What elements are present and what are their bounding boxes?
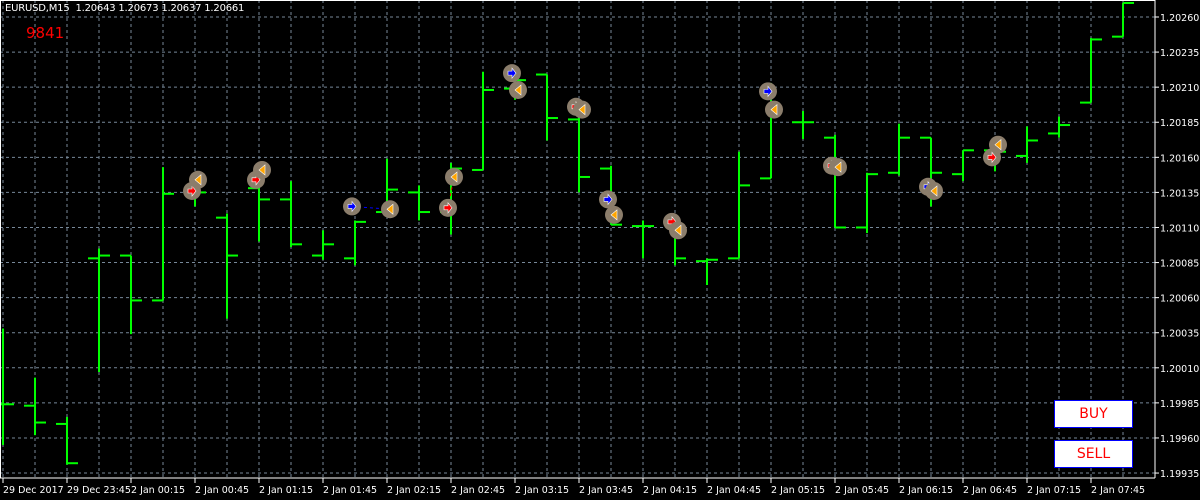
y-tick-label: 1.20110 — [1160, 223, 1199, 234]
sell-button[interactable]: SELL — [1054, 440, 1133, 468]
x-tick-label: 2 Jan 06:15 — [899, 485, 953, 496]
chart-title: EURUSD,M15 1.20643 1.20673 1.20637 1.206… — [5, 3, 244, 14]
x-tick-label: 2 Jan 02:15 — [387, 485, 441, 496]
axes: 1.20260 1.20235 1.20210 1.20185 1.20160 1.201… — [0, 0, 1199, 496]
y-tick-label: 1.20010 — [1160, 364, 1199, 375]
trade-markers — [183, 64, 1007, 240]
grid — [0, 0, 1155, 478]
x-tick-label: 2 Jan 02:45 — [451, 485, 505, 496]
counter-value: 9841 — [26, 24, 65, 42]
y-tick-label: 1.20135 — [1160, 188, 1199, 199]
x-tick-label: 2 Jan 06:45 — [963, 485, 1017, 496]
x-tick-label: 29 Dec 23:45 — [67, 485, 131, 496]
y-tick-label: 1.19985 — [1160, 399, 1199, 410]
x-tick-label: 2 Jan 04:15 — [643, 485, 697, 496]
buy-button[interactable]: BUY — [1054, 400, 1133, 428]
x-tick-label: 2 Jan 01:45 — [323, 485, 377, 496]
x-tick-label: 2 Jan 03:45 — [579, 485, 633, 496]
y-tick-label: 1.19935 — [1160, 469, 1199, 480]
price-chart[interactable]: 1.20260 1.20235 1.20210 1.20185 1.20160 1.201… — [0, 0, 1200, 500]
ohlc-quote: 1.20643 1.20673 1.20637 1.20661 — [75, 3, 245, 14]
y-tick-label: 1.20160 — [1160, 153, 1199, 164]
y-tick-label: 1.20035 — [1160, 329, 1199, 340]
y-tick-label: 1.20210 — [1160, 83, 1199, 94]
x-tick-label: 2 Jan 05:15 — [771, 485, 825, 496]
x-tick-label: 2 Jan 07:15 — [1027, 485, 1081, 496]
x-tick-label: 2 Jan 00:15 — [131, 485, 185, 496]
y-tick-label: 1.20185 — [1160, 118, 1199, 129]
y-tick-label: 1.20085 — [1160, 259, 1199, 270]
y-tick-label: 1.20235 — [1160, 48, 1199, 59]
x-tick-label: 2 Jan 03:15 — [515, 485, 569, 496]
x-tick-label: 2 Jan 01:15 — [259, 485, 313, 496]
symbol-label: EURUSD,M15 — [5, 3, 70, 14]
x-tick-label: 2 Jan 00:45 — [195, 485, 249, 496]
y-tick-label: 1.19960 — [1160, 434, 1199, 445]
x-tick-label: 2 Jan 05:45 — [835, 485, 889, 496]
x-tick-label: 29 Dec 2017 — [3, 485, 64, 496]
ohlc-bars — [0, 1, 1134, 465]
x-tick-label: 2 Jan 07:45 — [1091, 485, 1145, 496]
x-tick-label: 2 Jan 04:45 — [707, 485, 761, 496]
y-tick-label: 1.20260 — [1160, 13, 1199, 24]
y-tick-label: 1.20060 — [1160, 294, 1199, 305]
